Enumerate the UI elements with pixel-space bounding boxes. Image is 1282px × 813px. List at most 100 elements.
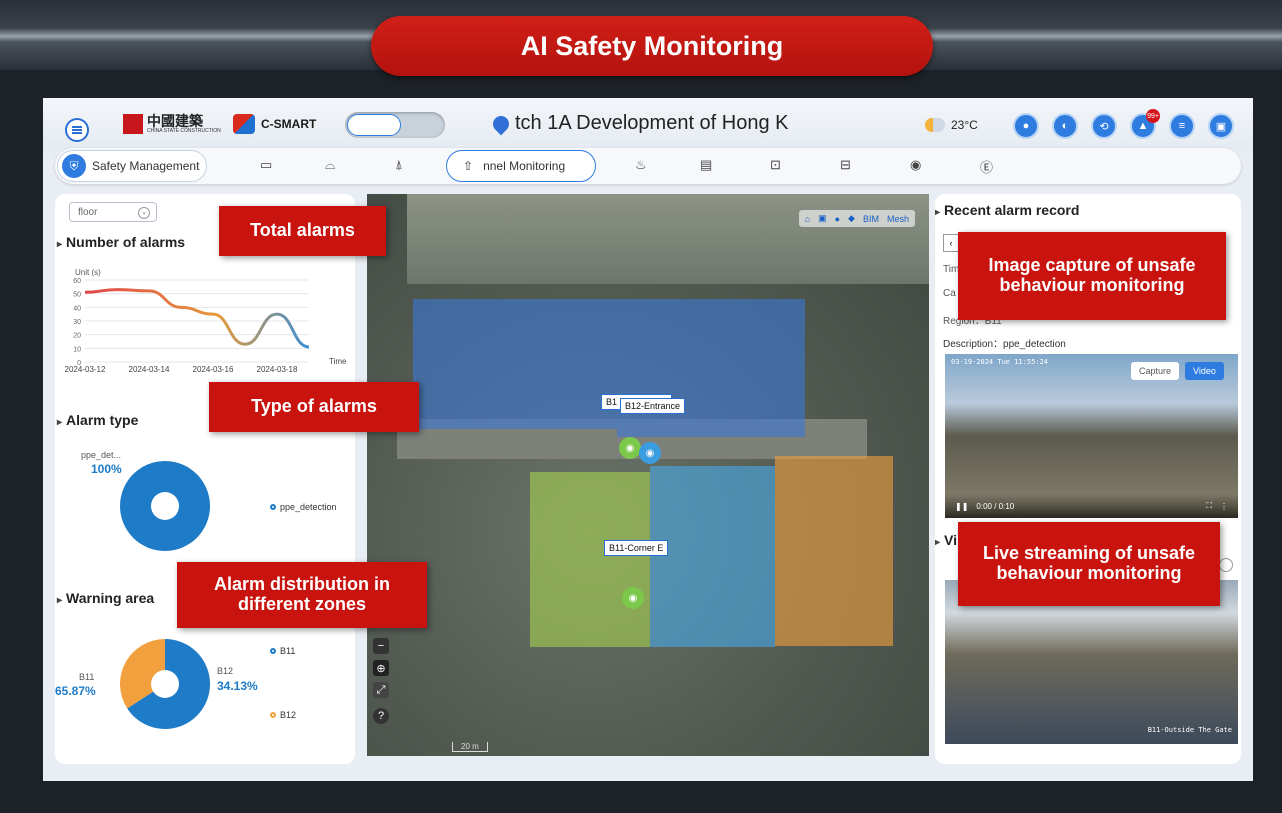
chevron-down-icon: ⌄ — [138, 207, 150, 219]
cube-icon[interactable]: ▣ — [818, 213, 827, 224]
map-toolbar: ⌂ ▣ ● ◆ BIM Mesh — [798, 210, 915, 227]
upload-arrow-icon: ⇧ — [463, 159, 474, 173]
map-scale: 20 m — [452, 742, 488, 752]
floor-select[interactable]: floor ⌄ — [69, 202, 157, 222]
live-title: Vi — [935, 532, 957, 548]
brand-logo-mark — [233, 114, 255, 134]
left-panel: floor ⌄ Number of alarms Unit (s) 010203… — [55, 194, 355, 764]
y-tick-label: 50 — [73, 292, 81, 299]
legend-b12: B12 — [270, 710, 296, 720]
alarms-title: Number of alarms — [57, 234, 185, 250]
signal-tower-icon[interactable]: ⍋ — [395, 157, 403, 173]
y-tick-label: 40 — [73, 305, 81, 312]
b12-label: B12 — [217, 666, 234, 676]
live-camera-label: B11-Outside The Gate — [1147, 726, 1232, 734]
company-logo: 中國建築 CHINA STATE CONSTRUCTION — [123, 113, 221, 135]
map-tool-mesh[interactable]: Mesh — [887, 214, 909, 224]
zone-b11-green[interactable] — [530, 472, 650, 647]
video-button[interactable]: Video — [1185, 362, 1224, 380]
temperature: 23°C — [951, 118, 978, 132]
view-toggle[interactable] — [345, 112, 445, 138]
globe-icon[interactable]: ◐ — [1052, 113, 1078, 139]
help-icon[interactable]: ? — [373, 708, 389, 724]
map-tool-bim[interactable]: BIM — [863, 214, 879, 224]
zoom-out-icon[interactable]: − — [373, 638, 389, 654]
module-nav: ⛨ Safety Management ▭ ⌓ ⍋ ⇧ nnel Monitor… — [55, 148, 1241, 184]
camera-field: Ca — [943, 288, 956, 299]
time-field: Tim — [943, 264, 960, 275]
sync-icon[interactable]: ⟲ — [1091, 113, 1117, 139]
y-tick-label: 10 — [73, 346, 81, 353]
robot-icon[interactable]: ▣ — [1208, 113, 1234, 139]
donut-hole — [151, 670, 179, 698]
list-icon[interactable]: ≡ — [1169, 113, 1195, 139]
camera-marker-icon[interactable]: ◉ — [639, 442, 661, 464]
x-tick-label: 2024-03-12 — [65, 365, 106, 374]
map-road-area — [407, 194, 929, 284]
alarm-type-pie — [120, 461, 210, 551]
capture-button[interactable]: Capture — [1131, 362, 1180, 380]
zone-b11-cyan[interactable] — [650, 466, 775, 647]
x-tick-label: 2024-03-18 — [257, 365, 298, 374]
more-icon[interactable]: ⋮ — [1220, 502, 1228, 511]
camera-marker-icon[interactable]: ◉ — [619, 437, 641, 459]
project-selector[interactable]: tch 1A Development of Hong K — [489, 112, 789, 135]
y-tick-label: 20 — [73, 333, 81, 340]
x-axis-label: Time — [329, 357, 347, 366]
chevron-left-icon[interactable]: ‹ — [943, 234, 959, 252]
alarm-type-title: Alarm type — [57, 412, 138, 428]
nav-safety-label: Safety Management — [92, 159, 200, 173]
pin-icon[interactable]: ● — [835, 214, 840, 224]
b11-label: B11 — [79, 672, 95, 682]
pause-icon[interactable]: ❚❚ — [955, 502, 968, 511]
b11-pct: 65.87% — [55, 684, 96, 698]
warning-area-pie — [120, 639, 210, 729]
alert-badge: 99+ — [1146, 109, 1160, 123]
fullscreen-icon[interactable]: ⤢ — [373, 682, 389, 698]
company-logo-mark — [123, 114, 143, 134]
menu-button[interactable] — [65, 118, 89, 142]
project-name: tch 1A Development of Hong K — [515, 112, 789, 134]
video-controls: ❚❚ 0:00 / 0:10 ⛶ ⋮ — [945, 494, 1238, 518]
lock-icon[interactable]: ⊡ — [770, 157, 781, 173]
warning-area-title: Warning area — [57, 590, 154, 606]
map-label-corner[interactable]: B11-Corner E — [604, 540, 669, 556]
alarm-capture-video[interactable]: 03-19-2024 Tue 11:55:24 Capture Video ❚❚… — [945, 354, 1238, 518]
tab-tunnel-monitoring[interactable]: ⇧ nnel Monitoring — [446, 150, 596, 182]
floor-select-value: floor — [78, 206, 98, 218]
home-icon[interactable]: ⌂ — [805, 214, 810, 224]
scaffold-icon[interactable]: ▤ — [700, 157, 712, 173]
app-screen: 中國建築 CHINA STATE CONSTRUCTION C-SMART tc… — [43, 98, 1253, 781]
zone-orange[interactable] — [775, 456, 893, 646]
company-logo-en: CHINA STATE CONSTRUCTION — [147, 127, 221, 134]
partly-cloudy-icon — [925, 118, 945, 132]
nav-safety-management[interactable]: ⛨ Safety Management — [57, 150, 207, 182]
fullscreen-icon[interactable]: ⛶ — [1206, 501, 1212, 511]
user-icon[interactable]: ● — [1013, 113, 1039, 139]
crane-icon[interactable]: ⌓ — [325, 157, 335, 173]
alert-icon[interactable]: ▲ 99+ — [1130, 109, 1160, 139]
site-map[interactable]: B1 ate B12-Entrance B11-Corner E ◉ ◉ ◉ ⌂… — [367, 194, 929, 756]
location-pin-icon — [489, 112, 513, 135]
menu-icon — [72, 129, 82, 131]
recent-alarm-title: Recent alarm record — [935, 202, 1079, 218]
company-logo-cn: 中國建築 — [147, 113, 203, 130]
refresh-icon[interactable] — [1219, 558, 1233, 572]
zone-b12-east[interactable] — [617, 299, 805, 437]
callout-type-of-alarms: Type of alarms — [209, 382, 419, 432]
tab-tunnel-monitoring-label: nnel Monitoring — [483, 159, 566, 173]
shield-eye-icon[interactable]: ◉ — [910, 157, 921, 173]
monitor-icon[interactable]: ▭ — [260, 157, 272, 173]
layers-icon[interactable]: ◆ — [848, 213, 855, 224]
globe-icon[interactable]: ⊕ — [373, 660, 389, 676]
description-field: Description：ppe_detection — [943, 339, 1066, 350]
zone-b12-west[interactable] — [413, 299, 617, 429]
fire-icon[interactable]: ♨ — [635, 157, 647, 173]
brand-name: C-SMART — [261, 117, 317, 131]
document-icon[interactable]: ⊟ — [840, 157, 851, 173]
energy-icon[interactable]: Ⓔ — [980, 157, 993, 176]
camera-marker-icon[interactable]: ◉ — [622, 587, 644, 609]
map-label-entrance[interactable]: B12-Entrance — [620, 398, 686, 414]
brand-logo: C-SMART — [233, 114, 316, 134]
weather-widget: 23°C — [925, 118, 978, 132]
